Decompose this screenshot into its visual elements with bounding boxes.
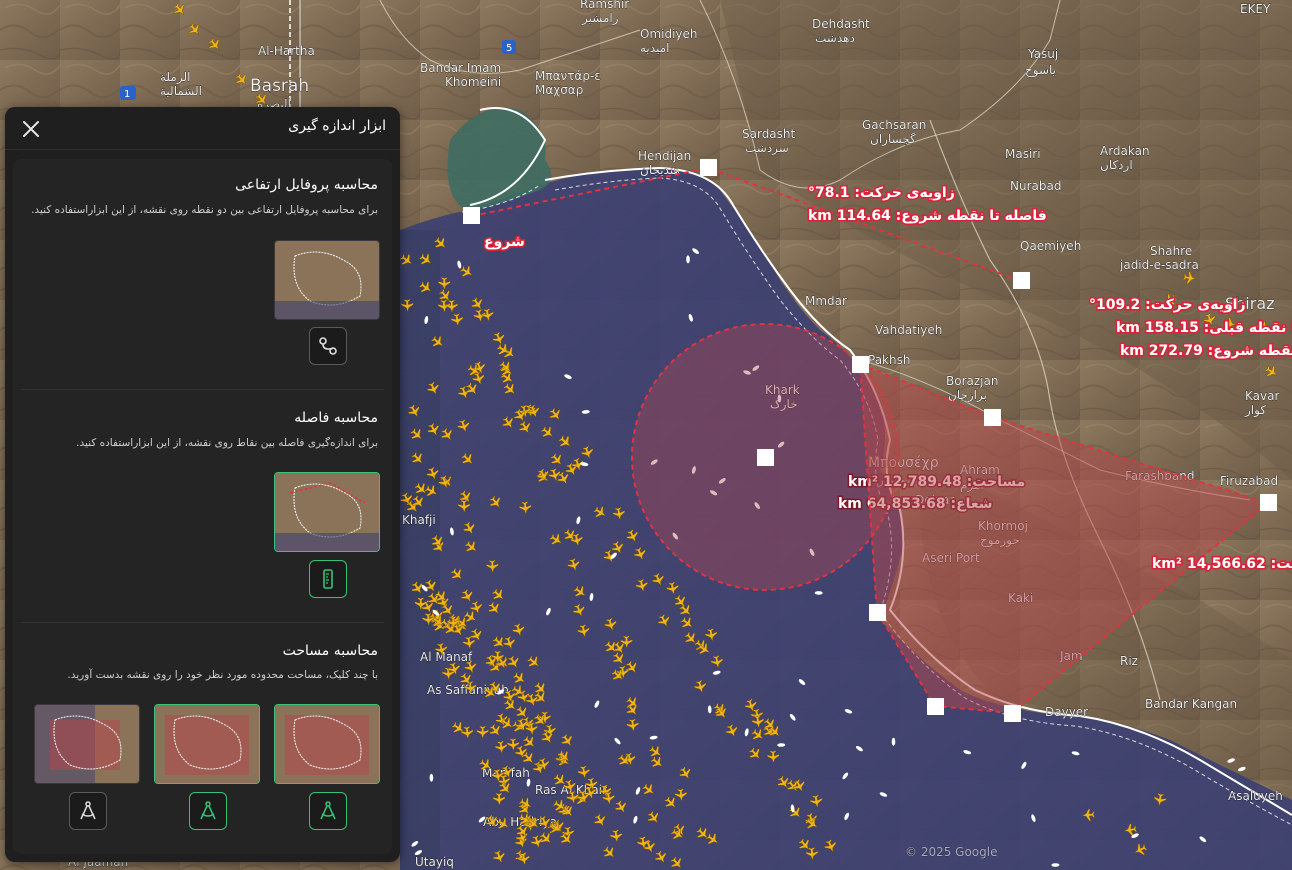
place-label: الشمالية <box>160 84 202 98</box>
section-title: محاسبه پروفایل ارتفاعی <box>235 177 378 193</box>
place-label: رامشیر <box>581 11 619 26</box>
place-label: هندیجان <box>640 163 680 177</box>
compass-icon <box>80 801 96 820</box>
area-polygon-tool-button[interactable] <box>69 792 107 830</box>
place-label: Omidiyeh <box>640 27 698 41</box>
place-label: Al Manaf <box>420 650 473 664</box>
distance-tool-button[interactable] <box>309 560 347 598</box>
place-label: Khafji <box>402 513 436 527</box>
place-label: EKEY <box>1240 2 1271 16</box>
place-label: Qaemiyeh <box>1020 239 1081 253</box>
segment-distance: فاصله تا نقطه قبلی: 158.15 km <box>1116 320 1292 336</box>
polygon-vertex[interactable] <box>869 604 886 621</box>
place-label: Dehdasht <box>812 17 870 31</box>
elevation-profile-section: محاسبه پروفایل ارتفاعی برای محاسبه پروفا… <box>13 159 392 389</box>
distance-section: محاسبه فاصله برای اندازه‌گیری فاصله بین … <box>13 390 392 622</box>
map-attribution: © 2025 Google <box>905 845 997 859</box>
polygon-vertex[interactable] <box>927 698 944 715</box>
place-label: امیدیه <box>640 41 669 55</box>
place-label: دهدشت <box>815 31 855 45</box>
road-shield: 1 <box>124 89 130 100</box>
section-description: با چند کلیک، مساحت محدوده مورد نظر خود ر… <box>67 669 378 681</box>
place-label: Riz <box>1120 654 1138 668</box>
polygon-area-label: مساحت: 14,566.62 km² <box>1152 556 1292 572</box>
segment-distance: فاصله تا نقطه شروع: 272.79 km <box>1120 343 1292 359</box>
place-label: Firuzabad <box>1220 474 1278 488</box>
place-label: الرملة <box>160 70 190 85</box>
place-label: گچساران <box>870 132 916 147</box>
place-label: Μαχσαρ <box>535 83 583 97</box>
area-rectangle-tool-button[interactable] <box>189 792 227 830</box>
place-label: Kavar <box>1245 389 1279 403</box>
section-title: محاسبه مساحت <box>282 643 378 659</box>
elevation-preview-thumbnail[interactable] <box>274 240 380 320</box>
elevation-tool-button[interactable] <box>309 327 347 365</box>
distance-preview-thumbnail[interactable] <box>274 472 380 552</box>
place-label: Borazjan <box>946 374 998 388</box>
place-label: Dayyer <box>1045 705 1088 719</box>
circle-center[interactable] <box>757 449 774 466</box>
place-label: Yasuj <box>1027 47 1058 61</box>
polygon-vertex[interactable] <box>1260 494 1277 511</box>
area-preview-thumbnail-circle[interactable] <box>274 704 380 784</box>
polygon-vertex[interactable] <box>852 356 869 373</box>
place-label: Ramshir <box>580 0 629 11</box>
ship-icon[interactable] <box>891 737 896 746</box>
place-label: Hendijan <box>638 149 691 163</box>
place-label: Nurabad <box>1010 179 1061 193</box>
place-label: Vahdatiyeh <box>875 323 942 337</box>
place-label: یاسوج <box>1025 63 1056 78</box>
route-pin-icon <box>319 337 337 355</box>
distance-vertex[interactable] <box>700 159 717 176</box>
place-label: Masiri <box>1005 147 1041 161</box>
place-label: اردکان <box>1100 158 1133 173</box>
panel-title: ابزار اندازه گیری <box>288 118 386 134</box>
area-section: محاسبه مساحت با چند کلیک، مساحت محدوده م… <box>13 623 392 854</box>
place-label: jadid-e-sadra <box>1119 258 1199 272</box>
segment-bearing: زاویه‌ی حرکت: 78.1° <box>808 185 955 201</box>
place-label: Sardasht <box>742 127 796 141</box>
place-label: Khomeini <box>445 75 501 89</box>
place-label: Bandar Kangan <box>1145 697 1237 711</box>
place-label: Gachsaran <box>862 118 926 132</box>
distance-vertex[interactable] <box>463 207 480 224</box>
place-label: کوار <box>1244 403 1266 418</box>
place-label: Shahre <box>1150 244 1192 258</box>
place-label: Basrah <box>250 76 309 96</box>
place-label: سردشت <box>745 141 789 156</box>
panel-body: محاسبه پروفایل ارتفاعی برای محاسبه پروفا… <box>13 159 392 854</box>
area-circle-tool-button[interactable] <box>309 792 347 830</box>
polygon-vertex[interactable] <box>1004 705 1021 722</box>
place-label: Ardakan <box>1100 144 1150 158</box>
section-description: برای محاسبه پروفایل ارتفاعی بین دو نقطه … <box>31 204 378 216</box>
polygon-vertex[interactable] <box>984 409 1001 426</box>
place-label: Mmdar <box>805 294 847 308</box>
measurement-tools-panel: ابزار اندازه گیری محاسبه پروفایل ارتفاعی… <box>5 107 400 862</box>
compass-icon <box>320 801 336 820</box>
ruler-icon <box>323 569 333 589</box>
section-title: محاسبه فاصله <box>294 410 378 426</box>
place-label: Pakhsh <box>868 353 910 367</box>
road-shield: 5 <box>506 43 512 54</box>
section-description: برای اندازه‌گیری فاصله بین نقاط روی نقشه… <box>76 437 378 449</box>
place-label: Μπαντάρ-ε <box>535 69 601 83</box>
place-label: Al-Hartha <box>258 44 315 58</box>
place-label: Bandar Imam <box>420 61 501 75</box>
place-label: Utayiq <box>415 855 454 869</box>
segment-bearing: زاویه‌ی حرکت: 109.2° <box>1089 297 1246 313</box>
close-button[interactable] <box>21 119 41 139</box>
panel-header: ابزار اندازه گیری <box>5 107 400 150</box>
place-label: Asaluyeh <box>1228 789 1283 803</box>
close-icon <box>23 121 39 137</box>
area-preview-thumbnail-polygon[interactable] <box>34 704 140 784</box>
area-preview-thumbnail-rectangle[interactable] <box>154 704 260 784</box>
start-label: شروع <box>484 234 525 250</box>
distance-vertex[interactable] <box>1013 272 1030 289</box>
compass-icon <box>200 801 216 820</box>
segment-distance: فاصله تا نقطه شروع: 114.64 km <box>808 208 1047 224</box>
